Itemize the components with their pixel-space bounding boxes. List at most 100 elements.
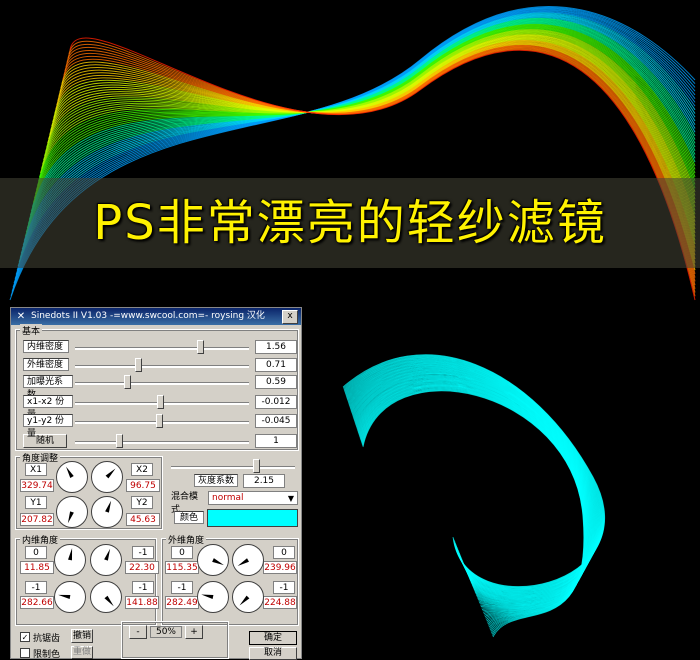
- antialias-label: 抗锯齿: [33, 634, 61, 644]
- param-value[interactable]: 0.71: [255, 358, 297, 372]
- param-value[interactable]: 1.56: [255, 340, 297, 354]
- inner-h[interactable]: 141.88: [125, 596, 159, 609]
- cancel-button[interactable]: 取消: [249, 647, 297, 660]
- param-value[interactable]: -0.012: [255, 395, 297, 409]
- param-label: 加曝光系数: [23, 375, 73, 400]
- gray-label: 灰度系数: [194, 474, 238, 487]
- x1-value[interactable]: 329.74: [20, 479, 54, 492]
- blend-label: 混合模式: [168, 491, 206, 515]
- inner-d[interactable]: 22.30: [125, 561, 159, 574]
- y1-value[interactable]: 207.82: [20, 513, 54, 526]
- preview-strand: [352, 372, 595, 602]
- inner-a[interactable]: 0: [25, 546, 47, 559]
- param-value[interactable]: -0.045: [255, 414, 297, 428]
- outer-h[interactable]: 224.88: [263, 596, 297, 609]
- x2-dial[interactable]: [91, 461, 123, 493]
- dial-needle: [212, 558, 224, 566]
- preview-strand: [353, 373, 594, 603]
- antialias-checkbox[interactable]: ✓: [20, 632, 30, 642]
- preview-strand: [355, 377, 592, 606]
- blend-mode-value: normal: [212, 493, 244, 503]
- zoom-out-button[interactable]: -: [129, 625, 147, 639]
- param-slider-track[interactable]: [75, 347, 249, 350]
- limit-color-checkbox[interactable]: [20, 648, 30, 658]
- x1-dial[interactable]: [56, 461, 88, 493]
- banner-title: PS非常漂亮的轻纱滤镜: [0, 178, 700, 268]
- param-label: 内维密度: [23, 340, 69, 353]
- basic-group-title: 基本: [20, 324, 43, 337]
- random-slider-thumb[interactable]: [115, 434, 123, 448]
- param-slider-thumb[interactable]: [124, 375, 132, 389]
- limit-color-label: 限制色: [33, 650, 61, 660]
- dial-needle: [105, 500, 112, 513]
- preview-strand: [352, 373, 595, 602]
- dial-needle: [237, 558, 249, 566]
- blend-mode-select[interactable]: normal ▼: [208, 491, 298, 505]
- x1-label: X1: [25, 463, 47, 476]
- inner-dial-4[interactable]: [90, 581, 122, 613]
- gray-slider-track[interactable]: [171, 466, 295, 469]
- param-slider-track[interactable]: [75, 365, 249, 368]
- title-bar[interactable]: ✕ Sinedots II V1.03 -=www.swcool.com=- r…: [11, 308, 301, 325]
- param-slider-thumb[interactable]: [134, 358, 142, 372]
- preview-strand: [354, 375, 593, 605]
- sinedots-dialog: ✕ Sinedots II V1.03 -=www.swcool.com=- r…: [10, 307, 302, 660]
- x2-label: X2: [131, 463, 153, 476]
- dial-needle: [201, 594, 214, 599]
- dial-needle: [68, 548, 73, 561]
- inner-dial-1[interactable]: [54, 544, 86, 576]
- dial-needle: [104, 595, 114, 607]
- param-slider-thumb[interactable]: [155, 414, 163, 428]
- random-slider-track[interactable]: [75, 441, 249, 444]
- y2-label: Y2: [131, 496, 153, 509]
- param-value[interactable]: 0.59: [255, 375, 297, 389]
- inner-g[interactable]: -1: [132, 581, 154, 594]
- gray-slider-thumb[interactable]: [253, 459, 260, 473]
- inner-dial-2[interactable]: [90, 544, 122, 576]
- inner-f[interactable]: 282.66: [20, 596, 54, 609]
- chevron-down-icon: ▼: [287, 494, 294, 503]
- close-button[interactable]: x: [282, 310, 298, 324]
- preview-strand: [355, 378, 591, 608]
- inner-dial-3[interactable]: [54, 581, 86, 613]
- param-slider-track[interactable]: [75, 382, 249, 385]
- color-label: 颜色: [174, 511, 204, 524]
- banner: PS非常漂亮的轻纱滤镜: [0, 0, 700, 305]
- preview-strand: [355, 377, 592, 607]
- preview-strand: [353, 375, 593, 604]
- outer-dial-4[interactable]: [232, 581, 264, 613]
- preview-strand: [354, 376, 592, 606]
- gray-value[interactable]: 2.15: [243, 474, 285, 488]
- zoom-level: 50%: [150, 626, 182, 638]
- redo-button[interactable]: 重做: [71, 646, 93, 659]
- preview-strand: [353, 374, 594, 604]
- inner-b[interactable]: 11.85: [20, 561, 54, 574]
- dial-needle: [105, 468, 116, 479]
- y2-value[interactable]: 45.63: [126, 513, 160, 526]
- app-logo-icon: ✕: [16, 311, 26, 322]
- inner-c[interactable]: -1: [132, 546, 154, 559]
- param-slider-thumb[interactable]: [157, 395, 165, 409]
- outer-g[interactable]: -1: [273, 581, 295, 594]
- param-slider-thumb[interactable]: [197, 340, 205, 354]
- zoom-in-button[interactable]: +: [185, 625, 203, 639]
- outer-b[interactable]: 115.35: [165, 561, 199, 574]
- outer-dial-3[interactable]: [197, 581, 229, 613]
- color-swatch[interactable]: [207, 509, 298, 527]
- undo-button[interactable]: 撤销: [71, 629, 93, 643]
- outer-f[interactable]: 282.49: [165, 596, 199, 609]
- preview-strand: [353, 374, 594, 603]
- outer-e[interactable]: -1: [171, 581, 193, 594]
- x2-value[interactable]: 96.75: [126, 479, 160, 492]
- y1-dial[interactable]: [56, 496, 88, 528]
- inner-e[interactable]: -1: [25, 581, 47, 594]
- inner-angle-title: 内维角度: [20, 533, 61, 546]
- outer-a[interactable]: 0: [171, 546, 193, 559]
- outer-c[interactable]: 0: [273, 546, 295, 559]
- outer-dial-2[interactable]: [232, 544, 264, 576]
- outer-d[interactable]: 239.96: [263, 561, 297, 574]
- y2-dial[interactable]: [91, 496, 123, 528]
- outer-dial-1[interactable]: [197, 544, 229, 576]
- random-value[interactable]: 1: [255, 434, 297, 448]
- ok-button[interactable]: 确定: [249, 631, 297, 645]
